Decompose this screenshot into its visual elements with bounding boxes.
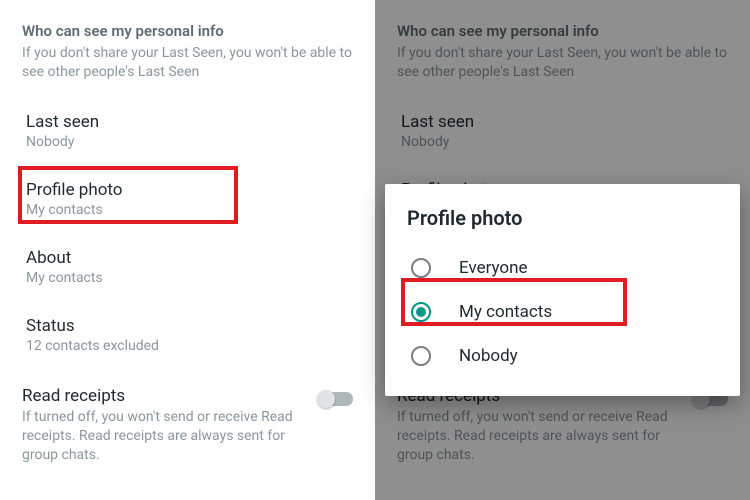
option-label: My contacts (459, 302, 552, 322)
option-nobody[interactable]: Nobody (407, 334, 718, 378)
setting-subtitle: If turned off, you won't send or receive… (397, 408, 682, 465)
privacy-settings-right: Who can see my personal info If you don'… (375, 0, 750, 500)
setting-label: Profile photo (26, 180, 353, 200)
setting-label: Status (26, 316, 353, 336)
setting-value: My contacts (26, 202, 353, 218)
section-title: Who can see my personal info (22, 22, 353, 40)
profile-photo-dialog: Profile photo Everyone My contacts Nobod… (385, 184, 740, 396)
setting-label: Read receipts (22, 386, 307, 406)
option-everyone[interactable]: Everyone (407, 246, 718, 290)
setting-last-seen[interactable]: Last seen Nobody (397, 112, 728, 150)
section-title: Who can see my personal info (397, 22, 728, 40)
option-my-contacts[interactable]: My contacts (407, 290, 718, 334)
setting-label: Last seen (401, 112, 728, 132)
setting-last-seen[interactable]: Last seen Nobody (22, 112, 353, 150)
radio-icon (411, 346, 431, 366)
setting-subtitle: If turned off, you won't send or receive… (22, 408, 307, 465)
setting-read-receipts[interactable]: Read receipts If turned off, you won't s… (22, 386, 353, 465)
setting-value: 12 contacts excluded (26, 338, 353, 354)
section-subtitle: If you don't share your Last Seen, you w… (397, 44, 728, 82)
setting-label: About (26, 248, 353, 268)
privacy-settings-left: Who can see my personal info If you don'… (0, 0, 375, 500)
radio-icon (411, 258, 431, 278)
setting-value: Nobody (401, 134, 728, 150)
option-label: Everyone (459, 258, 528, 278)
setting-value: Nobody (26, 134, 353, 150)
setting-about[interactable]: About My contacts (22, 248, 353, 286)
setting-profile-photo[interactable]: Profile photo My contacts (22, 180, 353, 218)
option-label: Nobody (459, 346, 518, 366)
dialog-title: Profile photo (407, 206, 718, 230)
section-subtitle: If you don't share your Last Seen, you w… (22, 44, 353, 82)
setting-label: Last seen (26, 112, 353, 132)
toggle-switch[interactable] (319, 392, 353, 406)
radio-icon (411, 302, 431, 322)
setting-status[interactable]: Status 12 contacts excluded (22, 316, 353, 354)
setting-read-receipts[interactable]: Read receipts If turned off, you won't s… (397, 386, 728, 465)
setting-value: My contacts (26, 270, 353, 286)
